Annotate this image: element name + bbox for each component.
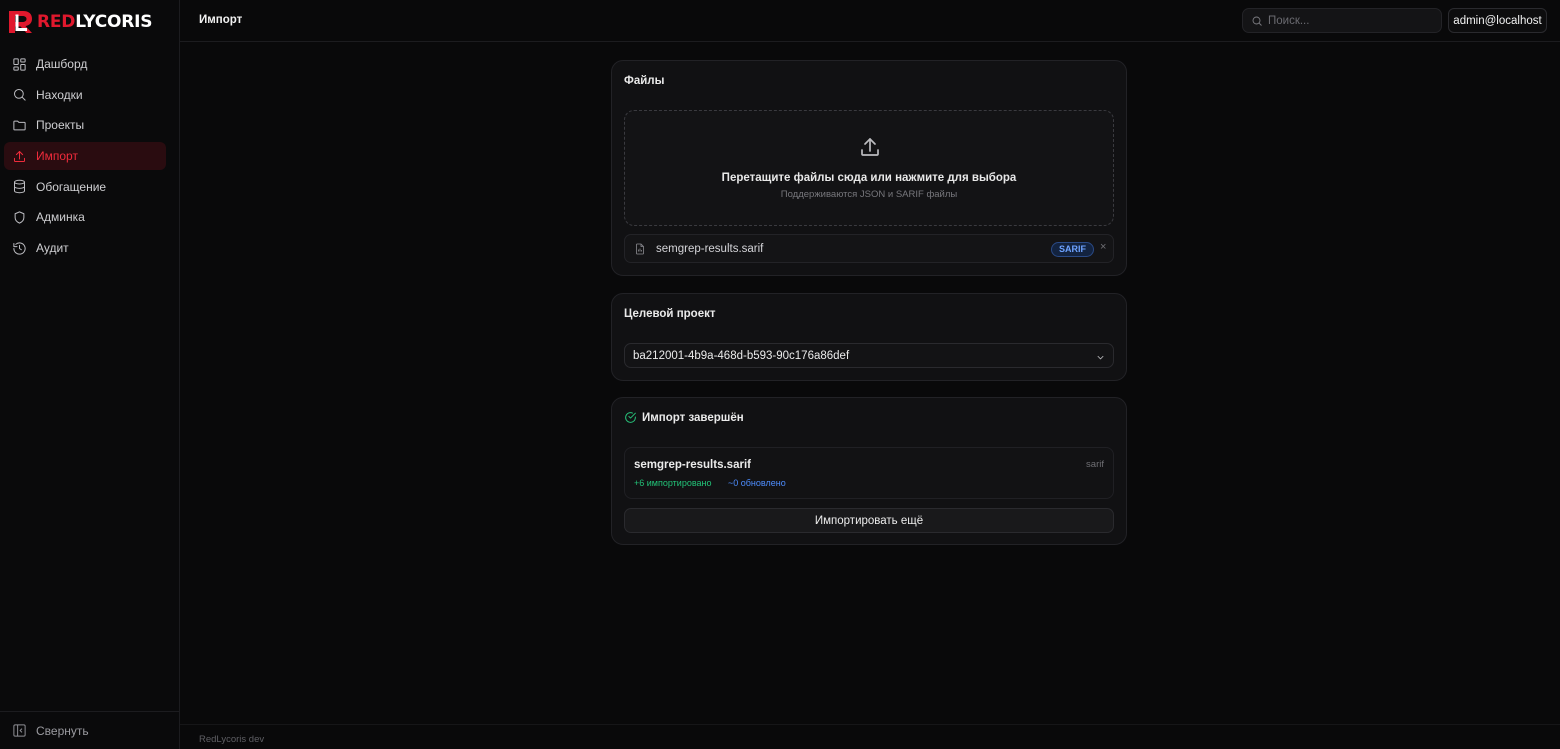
files-card-title: Файлы [624,75,665,87]
result-file-type: sarif [1086,459,1104,470]
import-result-card: Импорт завершён semgrep-results.sarif sa… [611,397,1127,545]
import-complete-title: Импорт завершён [642,411,744,424]
search-icon [1252,16,1262,26]
sidebar-item-audit[interactable]: Аудит [4,234,166,262]
collapse-sidebar-button[interactable]: Свернуть [0,711,179,749]
sidebar-item-label: Находки [36,87,83,102]
sidebar-item-label: Импорт [36,149,78,164]
imported-count: +6 импортировано [634,478,712,488]
footer: RedLycoris dev [180,724,1560,749]
logo-mark-icon [9,11,32,33]
sidebar-item-findings[interactable]: Находки [4,81,166,109]
collapse-label: Свернуть [36,723,89,738]
sidebar-item-import[interactable]: Импорт [4,142,166,171]
dashboard-icon [12,57,27,72]
sidebar-item-admin[interactable]: Админка [4,203,166,231]
search-input[interactable] [1268,14,1428,27]
history-icon [12,241,27,256]
target-project-card: Целевой проект ba212001-4b9a-468d-b593-9… [611,293,1127,381]
chevron-down-icon [1095,351,1106,362]
dropzone-text: Перетащите файлы сюда или нажмите для вы… [721,172,1017,184]
target-project-title: Целевой проект [624,308,716,320]
logo-text: REDLYCORIS [37,12,152,32]
sidebar-item-projects[interactable]: Проекты [4,111,166,139]
import-complete-heading: Импорт завершён [624,411,744,424]
upload-icon [858,135,882,159]
check-circle-icon [625,412,636,423]
file-dropzone[interactable]: Перетащите файлы сюда или нажмите для вы… [624,110,1114,226]
page-title: Импорт [199,14,243,26]
top-header: Импорт admin@localhost [180,0,1560,42]
sidebar-item-label: Админка [36,210,85,225]
sidebar-item-dashboard[interactable]: Дашборд [4,50,166,78]
collapse-icon [13,724,26,737]
database-icon [12,179,27,194]
file-icon [634,243,646,255]
sidebar-nav: Дашборд Находки Проекты Импорт Обогащени… [4,50,166,265]
footer-text: RedLycoris dev [199,734,265,745]
shield-icon [12,210,27,225]
remove-file-button[interactable]: × [1100,241,1106,253]
sidebar-item-label: Дашборд [36,57,88,71]
dropzone-hint: Поддерживаются JSON и SARIF файлы [780,189,958,200]
sidebar-item-label: Аудит [36,241,69,256]
search-box[interactable] [1242,8,1442,33]
sidebar-item-label: Проекты [36,118,85,133]
updated-count: ~0 обновлено [728,478,786,488]
files-card: Файлы Перетащите файлы сюда или нажмите … [611,60,1127,276]
selected-file-row: semgrep-results.sarif SARIF × [624,234,1114,263]
logo[interactable]: REDLYCORIS [8,9,152,35]
import-more-button[interactable]: Импортировать ещё [624,508,1114,533]
user-menu-button[interactable]: admin@localhost [1448,8,1547,33]
import-result-item: semgrep-results.sarif sarif +6 импортиро… [624,447,1114,499]
upload-icon [12,149,27,164]
search-icon [12,87,27,102]
project-select-value: ba212001-4b9a-468d-b593-90c176a86def [633,350,850,362]
selected-file-name: semgrep-results.sarif [656,243,764,255]
sidebar-item-enrichment[interactable]: Обогащение [4,173,166,201]
result-file-name: semgrep-results.sarif [634,459,751,471]
folder-icon [12,118,27,133]
logo-text-white: LYCORIS [75,12,153,32]
sidebar: REDLYCORIS Дашборд Находки Проекты Импор… [0,0,180,749]
logo-text-red: RED [37,12,76,32]
project-select[interactable]: ba212001-4b9a-468d-b593-90c176a86def [624,343,1114,368]
sidebar-item-label: Обогащение [36,179,107,194]
file-type-badge: SARIF [1051,242,1094,257]
